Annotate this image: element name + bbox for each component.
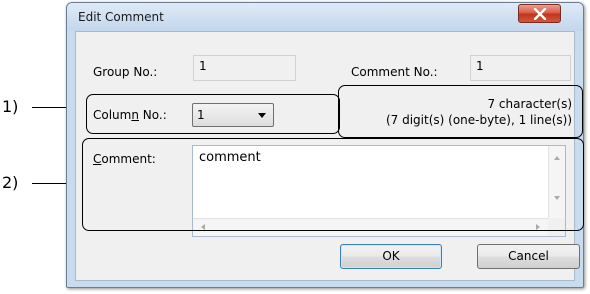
close-button[interactable] [518,4,561,23]
comment-no-field: 1 [470,55,571,81]
group-no-field: 1 [193,55,296,81]
callout-1-label: 1) [2,97,19,116]
callout-1-outline-right [338,85,583,138]
callout-1-outline-left [86,94,340,134]
callout-2-label: 2) [2,173,19,192]
close-icon [533,8,547,20]
ok-button[interactable]: OK [340,244,442,269]
group-no-label: Group No.: [93,65,158,79]
callout-2-outline [82,138,584,231]
comment-no-label: Comment No.: [351,65,438,79]
cancel-button[interactable]: Cancel [477,244,580,269]
dialog-title: Edit Comment [78,10,164,24]
title-bar[interactable]: Edit Comment [67,3,583,31]
